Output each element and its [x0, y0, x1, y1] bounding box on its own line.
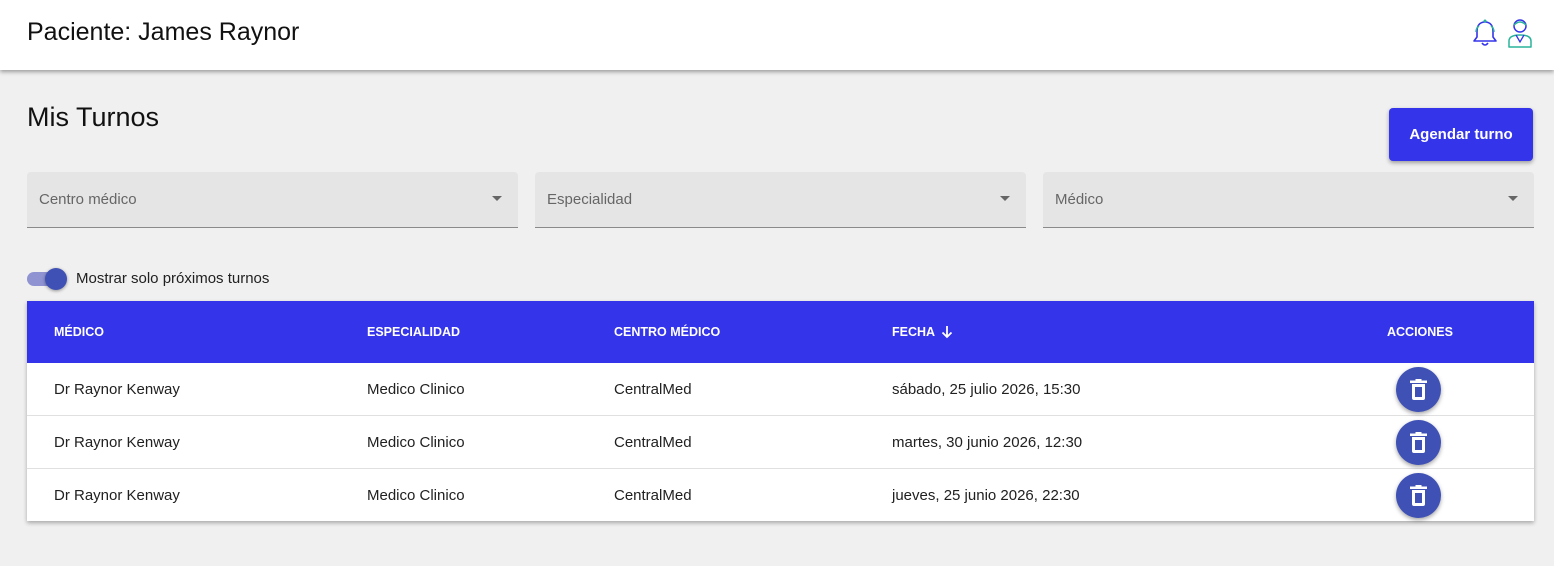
table-row: Dr Raynor Kenway Medico Clinico CentralM…: [27, 469, 1534, 522]
cell-medical-center: CentralMed: [614, 487, 692, 504]
cell-specialty: Medico Clinico: [367, 487, 465, 504]
delete-appointment-button[interactable]: [1396, 420, 1441, 465]
column-header-specialty[interactable]: ESPECIALIDAD: [367, 325, 460, 339]
cell-specialty: Medico Clinico: [367, 434, 465, 451]
specialty-select[interactable]: Especialidad: [535, 172, 1026, 228]
toggle-thumb: [45, 268, 67, 290]
column-header-date[interactable]: FECHA: [892, 325, 935, 339]
cell-date: sábado, 25 julio 2026, 15:30: [892, 381, 1081, 398]
upcoming-only-toggle[interactable]: [27, 268, 67, 290]
bell-icon[interactable]: [1470, 18, 1500, 48]
cell-date: jueves, 25 junio 2026, 22:30: [892, 487, 1080, 504]
dropdown-arrow-icon: [492, 196, 502, 201]
delete-appointment-button[interactable]: [1396, 473, 1441, 518]
sort-arrow-down-icon[interactable]: [940, 324, 954, 340]
trash-icon: [1410, 379, 1427, 400]
column-header-doctor[interactable]: MÉDICO: [54, 325, 104, 339]
trash-icon: [1410, 432, 1427, 453]
schedule-appointment-button[interactable]: Agendar turno: [1389, 108, 1533, 161]
patient-title: Paciente: James Raynor: [27, 18, 300, 46]
cell-doctor: Dr Raynor Kenway: [54, 381, 180, 398]
column-header-medical-center[interactable]: CENTRO MÉDICO: [614, 325, 720, 339]
doctor-select-label: Médico: [1055, 191, 1104, 208]
cell-doctor: Dr Raynor Kenway: [54, 487, 180, 504]
appointments-table: MÉDICO ESPECIALIDAD CENTRO MÉDICO FECHA …: [27, 301, 1534, 521]
cell-specialty: Medico Clinico: [367, 381, 465, 398]
doctor-avatar-icon[interactable]: [1505, 16, 1535, 48]
cell-medical-center: CentralMed: [614, 381, 692, 398]
cell-medical-center: CentralMed: [614, 434, 692, 451]
medical-center-select[interactable]: Centro médico: [27, 172, 518, 228]
table-header: MÉDICO ESPECIALIDAD CENTRO MÉDICO FECHA …: [27, 301, 1534, 363]
specialty-select-label: Especialidad: [547, 191, 633, 208]
column-header-actions: ACCIONES: [1387, 325, 1453, 339]
dropdown-arrow-icon: [1508, 196, 1518, 201]
delete-appointment-button[interactable]: [1396, 367, 1441, 412]
table-row: Dr Raynor Kenway Medico Clinico CentralM…: [27, 416, 1534, 469]
upcoming-only-toggle-label: Mostrar solo próximos turnos: [76, 270, 270, 287]
cell-doctor: Dr Raynor Kenway: [54, 434, 180, 451]
top-app-bar: Paciente: James Raynor: [0, 0, 1554, 70]
trash-icon: [1410, 485, 1427, 506]
page-title: Mis Turnos: [27, 102, 160, 132]
dropdown-arrow-icon: [1000, 196, 1010, 201]
table-row: Dr Raynor Kenway Medico Clinico CentralM…: [27, 363, 1534, 416]
medical-center-select-label: Centro médico: [39, 191, 137, 208]
doctor-select[interactable]: Médico: [1043, 172, 1534, 228]
cell-date: martes, 30 junio 2026, 12:30: [892, 434, 1083, 451]
